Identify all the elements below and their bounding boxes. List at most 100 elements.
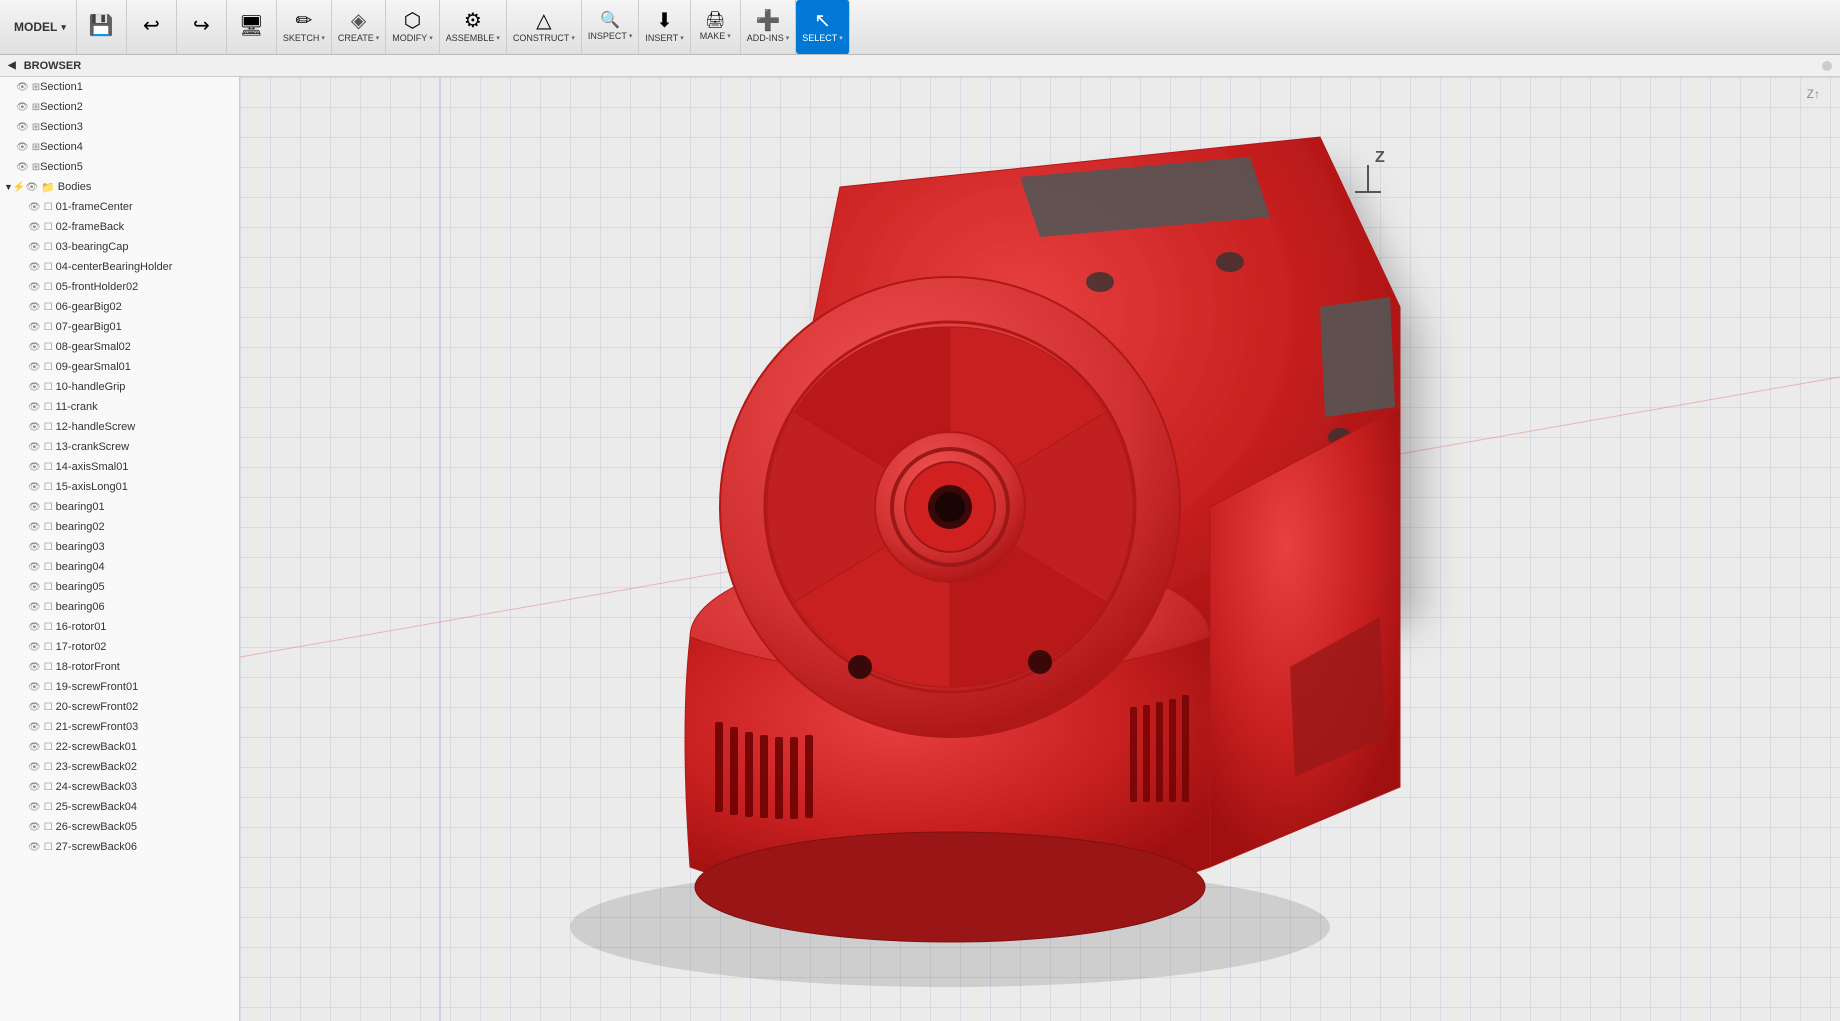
body-item[interactable]: 👁 ☐ 20-screwFront02 — [0, 697, 239, 717]
body-item[interactable]: 👁 ☐ 22-screwBack01 — [0, 737, 239, 757]
construct-menu[interactable]: △ CONSTRUCT ▾ — [507, 0, 582, 54]
redo-button[interactable]: ↪ — [177, 0, 227, 54]
body-visibility[interactable]: 👁 — [28, 822, 41, 833]
body-visibility[interactable]: 👁 — [28, 742, 41, 753]
body-item[interactable]: 👁 ☐ bearing05 — [0, 577, 239, 597]
make-menu[interactable]: 🖨 MAKE ▾ — [691, 0, 741, 54]
body-item[interactable]: 👁 ☐ 25-screwBack04 — [0, 797, 239, 817]
body-item[interactable]: 👁 ☐ 03-bearingCap — [0, 237, 239, 257]
body-item[interactable]: 👁 ☐ 12-handleScrew — [0, 417, 239, 437]
body-visibility[interactable]: 👁 — [28, 422, 41, 433]
body-item[interactable]: 👁 ☐ 24-screwBack03 — [0, 777, 239, 797]
body-item[interactable]: 👁 ☐ 01-frameCenter — [0, 197, 239, 217]
body-item[interactable]: 👁 ☐ 16-rotor01 — [0, 617, 239, 637]
section3-visibility[interactable]: 👁 — [16, 122, 29, 133]
body-box-icon: ☐ — [44, 242, 53, 253]
section5-item[interactable]: 👁 ⊞ Section5 — [0, 157, 239, 177]
body-visibility[interactable]: 👁 — [28, 502, 41, 513]
inspect-menu[interactable]: 🔍 INSPECT ▾ — [582, 0, 640, 54]
body-visibility[interactable]: 👁 — [28, 842, 41, 853]
body-visibility[interactable]: 👁 — [28, 562, 41, 573]
body-visibility[interactable]: 👁 — [28, 482, 41, 493]
body-visibility[interactable]: 👁 — [28, 542, 41, 553]
browser-expand[interactable]: ◀ — [8, 60, 16, 71]
body-item[interactable]: 👁 ☐ bearing06 — [0, 597, 239, 617]
body-visibility[interactable]: 👁 — [28, 442, 41, 453]
body-visibility[interactable]: 👁 — [28, 402, 41, 413]
body-item[interactable]: 👁 ☐ 26-screwBack05 — [0, 817, 239, 837]
body-item[interactable]: 👁 ☐ bearing03 — [0, 537, 239, 557]
section1-item[interactable]: 👁 ⊞ Section1 — [0, 77, 239, 97]
body-item[interactable]: 👁 ☐ bearing01 — [0, 497, 239, 517]
body-item[interactable]: 👁 ☐ 18-rotorFront — [0, 657, 239, 677]
body-visibility[interactable]: 👁 — [28, 782, 41, 793]
body-visibility[interactable]: 👁 — [28, 582, 41, 593]
body-item[interactable]: 👁 ☐ bearing02 — [0, 517, 239, 537]
body-item[interactable]: 👁 ☐ 19-screwFront01 — [0, 677, 239, 697]
body-visibility[interactable]: 👁 — [28, 202, 41, 213]
bodies-folder-icon: 📁 — [41, 181, 55, 194]
body-item[interactable]: 👁 ☐ 05-frontHolder02 — [0, 277, 239, 297]
section5-visibility[interactable]: 👁 — [16, 162, 29, 173]
body-visibility[interactable]: 👁 — [28, 682, 41, 693]
body-visibility[interactable]: 👁 — [28, 802, 41, 813]
body-item[interactable]: 👁 ☐ 08-gearSmal02 — [0, 337, 239, 357]
body-visibility[interactable]: 👁 — [28, 342, 41, 353]
modify-menu[interactable]: ⬡ MODIFY ▾ — [386, 0, 440, 54]
model-menu[interactable]: MODEL ▾ — [4, 0, 77, 54]
body-item[interactable]: 👁 ☐ 15-axisLong01 — [0, 477, 239, 497]
section2-visibility[interactable]: 👁 — [16, 102, 29, 113]
insert-menu[interactable]: ⬇ INSERT ▾ — [639, 0, 690, 54]
body-visibility[interactable]: 👁 — [28, 242, 41, 253]
body-item[interactable]: 👁 ☐ 09-gearSmal01 — [0, 357, 239, 377]
section2-item[interactable]: 👁 ⊞ Section2 — [0, 97, 239, 117]
body-item[interactable]: 👁 ☐ 06-gearBig02 — [0, 297, 239, 317]
body-visibility[interactable]: 👁 — [28, 362, 41, 373]
body-visibility[interactable]: 👁 — [28, 462, 41, 473]
body-visibility[interactable]: 👁 — [28, 762, 41, 773]
browser-pin[interactable] — [1822, 61, 1832, 71]
body-visibility[interactable]: 👁 — [28, 702, 41, 713]
body-item[interactable]: 👁 ☐ 04-centerBearingHolder — [0, 257, 239, 277]
body-item[interactable]: 👁 ☐ 21-screwFront03 — [0, 717, 239, 737]
body-visibility[interactable]: 👁 — [28, 522, 41, 533]
sketch-menu[interactable]: ✏ SKETCH ▾ — [277, 0, 332, 54]
body-item[interactable]: 👁 ☐ 23-screwBack02 — [0, 757, 239, 777]
bodies-visibility[interactable]: 👁 — [25, 182, 38, 193]
addins-menu[interactable]: ➕ ADD-INS ▾ — [741, 0, 797, 54]
select-menu[interactable]: ↖ SELECT ▾ — [796, 0, 850, 54]
body-item[interactable]: 👁 ☐ 14-axisSmal01 — [0, 457, 239, 477]
body-item[interactable]: 👁 ☐ 27-screwBack06 — [0, 837, 239, 857]
assemble-menu[interactable]: ⚙ ASSEMBLE ▾ — [440, 0, 507, 54]
create-menu[interactable]: ◈ CREATE ▾ — [332, 0, 386, 54]
viewport[interactable]: Z Z↑ — [240, 77, 1840, 1021]
body-item[interactable]: 👁 ☐ 07-gearBig01 — [0, 317, 239, 337]
body-visibility[interactable]: 👁 — [28, 722, 41, 733]
body-item[interactable]: 👁 ☐ 02-frameBack — [0, 217, 239, 237]
body-item[interactable]: 👁 ☐ 10-handleGrip — [0, 377, 239, 397]
undo-button[interactable]: ↩ — [127, 0, 177, 54]
body-visibility[interactable]: 👁 — [28, 302, 41, 313]
body-item[interactable]: 👁 ☐ 13-crankScrew — [0, 437, 239, 457]
body-visibility[interactable]: 👁 — [28, 382, 41, 393]
body-item[interactable]: 👁 ☐ bearing04 — [0, 557, 239, 577]
body-visibility[interactable]: 👁 — [28, 282, 41, 293]
body-visibility[interactable]: 👁 — [28, 602, 41, 613]
body-visibility[interactable]: 👁 — [28, 322, 41, 333]
body-visibility[interactable]: 👁 — [28, 642, 41, 653]
section4-visibility[interactable]: 👁 — [16, 142, 29, 153]
section4-item[interactable]: 👁 ⊞ Section4 — [0, 137, 239, 157]
save-button[interactable]: 💾 — [77, 0, 127, 54]
body-visibility[interactable]: 👁 — [28, 222, 41, 233]
body-visibility[interactable]: 👁 — [28, 262, 41, 273]
bodies-expand[interactable]: ▼ — [4, 182, 13, 192]
bodies-folder[interactable]: ▼ ⚡ 👁 📁 Bodies — [0, 177, 239, 197]
body-item[interactable]: 👁 ☐ 17-rotor02 — [0, 637, 239, 657]
body-box-icon: ☐ — [44, 642, 53, 653]
display-button[interactable]: 🖥 — [227, 0, 277, 54]
body-visibility[interactable]: 👁 — [28, 662, 41, 673]
section1-visibility[interactable]: 👁 — [16, 82, 29, 93]
section3-item[interactable]: 👁 ⊞ Section3 — [0, 117, 239, 137]
body-visibility[interactable]: 👁 — [28, 622, 41, 633]
body-item[interactable]: 👁 ☐ 11-crank — [0, 397, 239, 417]
